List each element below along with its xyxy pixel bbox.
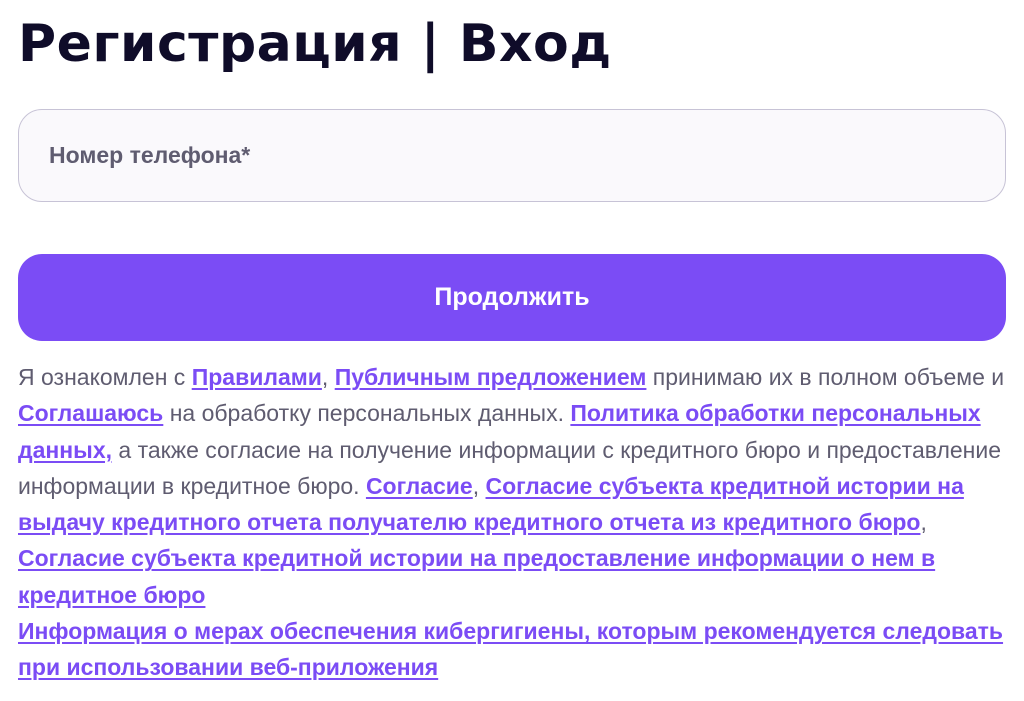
continue-button[interactable]: Продолжить: [18, 254, 1006, 341]
rules-link[interactable]: Правилами: [192, 364, 322, 390]
page-title: Регистрация | Вход: [18, 14, 612, 74]
auth-page: Регистрация | Вход Продолжить Я ознакомл…: [18, 0, 1006, 680]
consent-text-part: на обработку персональных данных.: [163, 400, 571, 427]
public-offer-link[interactable]: Публичным предложением: [335, 364, 647, 390]
consent-text: Я ознакомлен с Правилами, Публичным пред…: [18, 359, 1006, 686]
consent-text-part: ,: [321, 364, 335, 390]
consent-text-part: Я ознакомлен с: [18, 364, 192, 390]
consent-credit-info-link[interactable]: Согласие субъекта кредитной истории на п…: [18, 545, 935, 607]
phone-input[interactable]: [47, 109, 1005, 202]
agree-link[interactable]: Соглашаюсь: [18, 400, 163, 426]
cyber-hygiene-link[interactable]: Информация о мерах обеспечения кибергиги…: [18, 618, 1003, 680]
consent-text-part: ,: [472, 472, 486, 499]
consent-text-part: принимаю их в полном объеме и: [646, 364, 1005, 390]
consent-link[interactable]: Согласие: [366, 473, 473, 499]
consent-text-part: ,: [920, 509, 927, 536]
phone-field[interactable]: [18, 109, 1006, 202]
